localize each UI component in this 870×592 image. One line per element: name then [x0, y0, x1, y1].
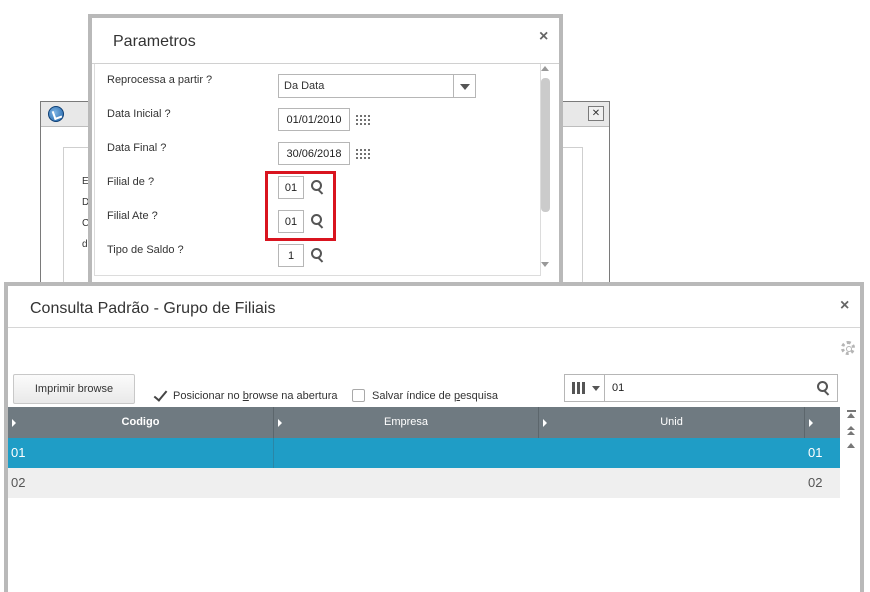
gear-icon[interactable]	[841, 341, 855, 355]
column-header-label: Codigo	[121, 416, 160, 428]
scroll-up-icon[interactable]	[847, 441, 856, 450]
scroll-down-icon[interactable]	[541, 262, 549, 267]
posicionar-label-part: Posicionar no	[173, 390, 243, 402]
parametros-header: Parametros ×	[92, 18, 559, 64]
scrollbar-thumb[interactable]	[541, 78, 550, 212]
data-inicial-input[interactable]: 01/01/2010	[278, 108, 350, 131]
table-row[interactable]: 02 02	[8, 468, 840, 498]
reprocessa-value: Da Data	[284, 80, 325, 92]
parametros-scrollbar[interactable]	[538, 62, 552, 272]
column-selector[interactable]	[565, 375, 605, 401]
table-header: Codigo Empresa Unid	[8, 407, 840, 438]
posicionar-label[interactable]: Posicionar no browse na abertura	[173, 390, 338, 402]
column-header-codigo[interactable]: Codigo	[8, 407, 274, 438]
results-table: Codigo Empresa Unid 01 01 02 02	[8, 407, 840, 498]
posicionar-checkbox[interactable]	[152, 389, 165, 402]
tipo-saldo-input[interactable]: 1	[278, 244, 304, 267]
chevron-down-icon	[592, 386, 600, 391]
background-close-button[interactable]: ✕	[588, 106, 604, 121]
reprocessa-label: Reprocessa a partir ?	[107, 74, 213, 86]
cell-codigo: 01	[8, 438, 274, 468]
background-text: d	[82, 239, 88, 250]
calendar-icon[interactable]	[355, 148, 371, 160]
app-logo-icon	[48, 106, 64, 122]
cell-empresa	[274, 468, 539, 498]
consulta-dialog: Consulta Padrão - Grupo de Filiais × Imp…	[4, 282, 864, 592]
parametros-form: Reprocessa a partir ? Da Data Data Inici…	[94, 64, 541, 276]
highlight-box	[265, 171, 336, 241]
chevron-down-icon[interactable]	[453, 75, 475, 97]
cell-empresa	[274, 438, 539, 468]
consulta-close-button[interactable]: ×	[840, 297, 849, 315]
cell-codigo: 02	[11, 475, 26, 490]
scroll-top-icon[interactable]	[847, 410, 856, 419]
page-up-icon[interactable]	[847, 426, 856, 435]
column-header-unid[interactable]: Unid	[539, 407, 805, 438]
imprimir-browse-button[interactable]: Imprimir browse	[13, 374, 135, 404]
column-header-label: Empresa	[383, 416, 429, 428]
search-icon[interactable]	[817, 381, 831, 395]
salvar-indice-label[interactable]: Salvar índice de pesquisa	[372, 390, 498, 402]
filial-de-label: Filial de ?	[107, 176, 155, 188]
scroll-up-icon[interactable]	[541, 66, 549, 71]
parametros-dialog: Parametros × Reprocessa a partir ? Da Da…	[88, 14, 563, 289]
table-row[interactable]: 01 01	[8, 438, 840, 468]
search-field[interactable]: 01	[564, 374, 838, 402]
columns-icon	[572, 382, 586, 394]
column-header-empresa[interactable]: Empresa	[274, 407, 539, 438]
parametros-close-button[interactable]: ×	[539, 28, 548, 46]
search-input[interactable]: 01	[612, 382, 624, 394]
reprocessa-select[interactable]: Da Data	[278, 74, 476, 98]
salvar-label-part: Salvar índice de	[372, 390, 454, 402]
salvar-label-part: esquisa	[460, 390, 498, 402]
consulta-title: Consulta Padrão - Grupo de Filiais	[30, 300, 276, 317]
posicionar-label-part: rowse na abertura	[248, 390, 338, 402]
consulta-header: Consulta Padrão - Grupo de Filiais ×	[8, 286, 860, 328]
calendar-icon[interactable]	[355, 114, 371, 126]
search-icon[interactable]	[311, 248, 325, 262]
tipo-saldo-label: Tipo de Saldo ?	[107, 244, 184, 256]
cell-unid: 01	[808, 445, 823, 460]
table-scrollbar[interactable]	[844, 407, 860, 467]
data-inicial-label: Data Inicial ?	[107, 108, 171, 120]
parametros-title: Parametros	[113, 33, 196, 50]
column-header-extra[interactable]	[805, 407, 840, 438]
column-header-label: Unid	[660, 416, 683, 428]
data-final-label: Data Final ?	[107, 142, 167, 154]
data-final-input[interactable]: 30/06/2018	[278, 142, 350, 165]
cell-unid: 02	[808, 475, 823, 490]
salvar-indice-checkbox[interactable]	[352, 389, 365, 402]
filial-ate-label: Filial Ate ?	[107, 210, 158, 222]
sort-icon	[809, 419, 813, 427]
